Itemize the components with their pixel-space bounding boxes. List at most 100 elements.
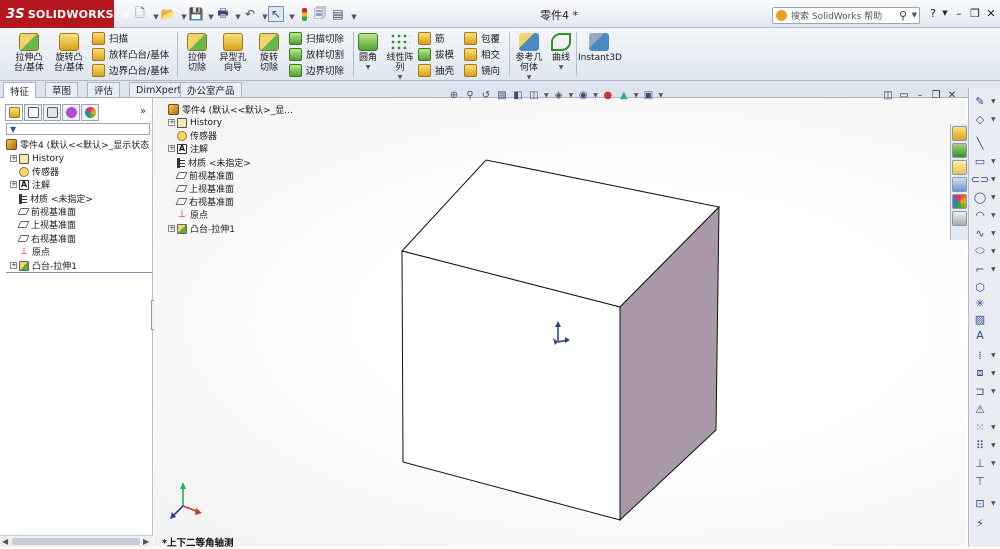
configuration-manager-tab[interactable] [43, 104, 61, 121]
rectangle-dropdown-icon[interactable]: ▼ [991, 158, 996, 165]
rapid-sketch-icon[interactable]: ⚡ [973, 516, 987, 530]
offset-dropdown-icon[interactable]: ▼ [991, 370, 996, 377]
restore-icon[interactable]: ❐ [968, 6, 982, 20]
panel-more-icon[interactable]: » [140, 106, 146, 117]
linear-pattern-button[interactable]: 线性阵列 ▼ [384, 33, 416, 81]
shell-button[interactable]: 抽壳 [418, 62, 464, 78]
tab-features[interactable]: 特征 [3, 82, 37, 98]
curves-dropdown-icon[interactable]: ▼ [548, 63, 574, 73]
tree-item-right-plane[interactable]: 右视基准面 [10, 232, 76, 245]
design-library-icon[interactable] [952, 143, 967, 158]
search-icon[interactable]: ⚲ [899, 9, 907, 22]
solidworks-resources-icon[interactable] [952, 126, 967, 141]
snaps-dropdown-icon[interactable]: ▼ [991, 500, 996, 507]
display-manager-tab[interactable] [81, 104, 99, 121]
repair-sketch-icon[interactable]: ⊤ [973, 474, 987, 488]
sketch-dropdown-icon[interactable]: ▼ [991, 98, 996, 105]
ellipse-icon[interactable]: ⬭ [973, 244, 987, 258]
tree-item-history[interactable]: + History [10, 152, 64, 165]
mirror-entities-icon[interactable]: ⁞ [973, 348, 987, 362]
tree-rollback-bar[interactable] [6, 272, 152, 273]
revolve-cut-button[interactable]: 旋转切除 [251, 33, 287, 79]
reference-geometry-button[interactable]: 参考几何体 ▼ [512, 33, 546, 81]
dimxpert-manager-tab[interactable] [62, 104, 80, 121]
search-dropdown-icon[interactable]: ▼ [912, 11, 917, 19]
open-folder-icon[interactable]: 📂 [160, 6, 176, 22]
minimize-icon[interactable]: – [952, 6, 966, 20]
select-pointer-icon[interactable]: ↖ [268, 6, 284, 22]
loft-button[interactable]: 放样凸台/基体 [92, 46, 174, 62]
spline-icon[interactable]: ∿ [973, 226, 987, 240]
revolve-boss-button[interactable]: 旋转凸台/基体 [50, 33, 88, 79]
mirror-button[interactable]: 镜向 [464, 62, 510, 78]
display-relations-icon[interactable]: ⊥ [973, 456, 987, 470]
circle-dropdown-icon[interactable]: ▼ [991, 194, 996, 201]
sweep-button[interactable]: 扫描 [92, 30, 174, 46]
rebuild-icon[interactable] [296, 6, 312, 22]
intersect-button[interactable]: 相交 [464, 46, 510, 62]
point-icon[interactable]: ✳ [973, 296, 987, 310]
dimension-dropdown-icon[interactable]: ▼ [991, 116, 996, 123]
plane-sketch-icon[interactable]: ▨ [973, 312, 987, 326]
rib-button[interactable]: 筋 [418, 30, 464, 46]
instant3d-button[interactable]: Instant3D [578, 33, 622, 79]
tab-evaluate[interactable]: 评估 [87, 82, 121, 97]
slot-dropdown-icon[interactable]: ▼ [991, 176, 996, 183]
wrap-button[interactable]: 包覆 [464, 30, 510, 46]
tree-item-top-plane[interactable]: 上视基准面 [10, 218, 76, 231]
draft-button[interactable]: 拔模 [418, 46, 464, 62]
rectangle-icon[interactable]: ▭ [973, 154, 987, 168]
boundary-cut-button[interactable]: 边界切除 [289, 62, 355, 78]
print-icon[interactable]: 🖶 [215, 6, 231, 22]
undo-icon[interactable]: ↶ [242, 6, 258, 22]
scroll-right-icon[interactable]: ▶ [143, 537, 149, 546]
tab-office-products[interactable]: 办公室产品 [180, 82, 242, 97]
search-input[interactable]: 搜索 SolidWorks 帮助 ⚲ ▼ [772, 7, 920, 24]
options-icon[interactable]: ▤ [330, 6, 346, 22]
tab-sketch[interactable]: 草图 [45, 82, 79, 97]
ellipse-dropdown-icon[interactable]: ▼ [991, 248, 996, 255]
swept-cut-button[interactable]: 扫描切除 [289, 30, 355, 46]
view-palette-icon[interactable] [952, 177, 967, 192]
help-dropdown-icon[interactable]: ▼ [938, 6, 952, 20]
tree-filter-input[interactable]: ▼ [6, 123, 150, 135]
appearances-icon[interactable] [952, 194, 967, 209]
sketch-icon[interactable]: ✎ [973, 94, 987, 108]
tree-item-annotations[interactable]: + A 注解 [10, 178, 50, 191]
feature-manager-tab[interactable] [5, 104, 23, 121]
solidworks-logo[interactable]: 3S SOLIDWORKS ▶ [0, 0, 130, 28]
file-properties-icon[interactable]: 🗐 [312, 6, 328, 22]
slot-icon[interactable]: ⊂⊃ [971, 172, 989, 186]
polygon-icon[interactable]: ⬡ [973, 280, 987, 294]
tree-root-part[interactable]: 零件4 (默认<<默认>_显示状态 [6, 138, 149, 151]
curves-button[interactable]: 曲线 ▼ [548, 33, 574, 79]
arc-dropdown-icon[interactable]: ▼ [991, 212, 996, 219]
save-icon[interactable]: 💾 [188, 6, 204, 22]
line-icon[interactable]: ╲ [973, 136, 987, 150]
trim-icon[interactable]: ⚠ [973, 402, 987, 416]
arc-icon[interactable]: ◠ [973, 208, 987, 222]
smart-dimension-icon[interactable]: ◇ [973, 112, 987, 126]
extrude-boss-button[interactable]: 拉伸凸台/基体 [10, 33, 48, 79]
scroll-left-icon[interactable]: ◀ [2, 537, 8, 546]
tree-item-front-plane[interactable]: 前视基准面 [10, 205, 76, 218]
offset-entities-icon[interactable]: ⧈ [973, 366, 987, 380]
fillet-sketch-icon[interactable]: ⌐ [973, 262, 987, 276]
scrollbar-thumb[interactable] [12, 538, 140, 545]
fillet-sketch-dropdown-icon[interactable]: ▼ [991, 266, 996, 273]
tree-item-material[interactable]: 材质 <未指定> [10, 192, 93, 205]
horizontal-scrollbar[interactable]: ◀ ▶ [0, 535, 153, 547]
custom-properties-icon[interactable] [952, 211, 967, 226]
options-dropdown-icon[interactable]: ▼ [346, 9, 362, 25]
property-manager-tab[interactable] [24, 104, 42, 121]
quick-snaps-icon[interactable]: ⊡ [973, 496, 987, 510]
move-dropdown-icon[interactable]: ▼ [991, 442, 996, 449]
tree-item-boss-extrude1[interactable]: + 凸台-拉伸1 [10, 259, 77, 272]
lofted-cut-button[interactable]: 放样切割 [289, 46, 355, 62]
close-icon[interactable]: ✕ [984, 6, 998, 20]
hole-wizard-button[interactable]: 异型孔向导 [215, 33, 251, 79]
convert-dropdown-icon[interactable]: ▼ [991, 388, 996, 395]
linear-sketch-pattern-icon[interactable]: ⁙ [973, 420, 987, 434]
circle-icon[interactable]: ◯ [973, 190, 987, 204]
relations-dropdown-icon[interactable]: ▼ [991, 460, 996, 467]
